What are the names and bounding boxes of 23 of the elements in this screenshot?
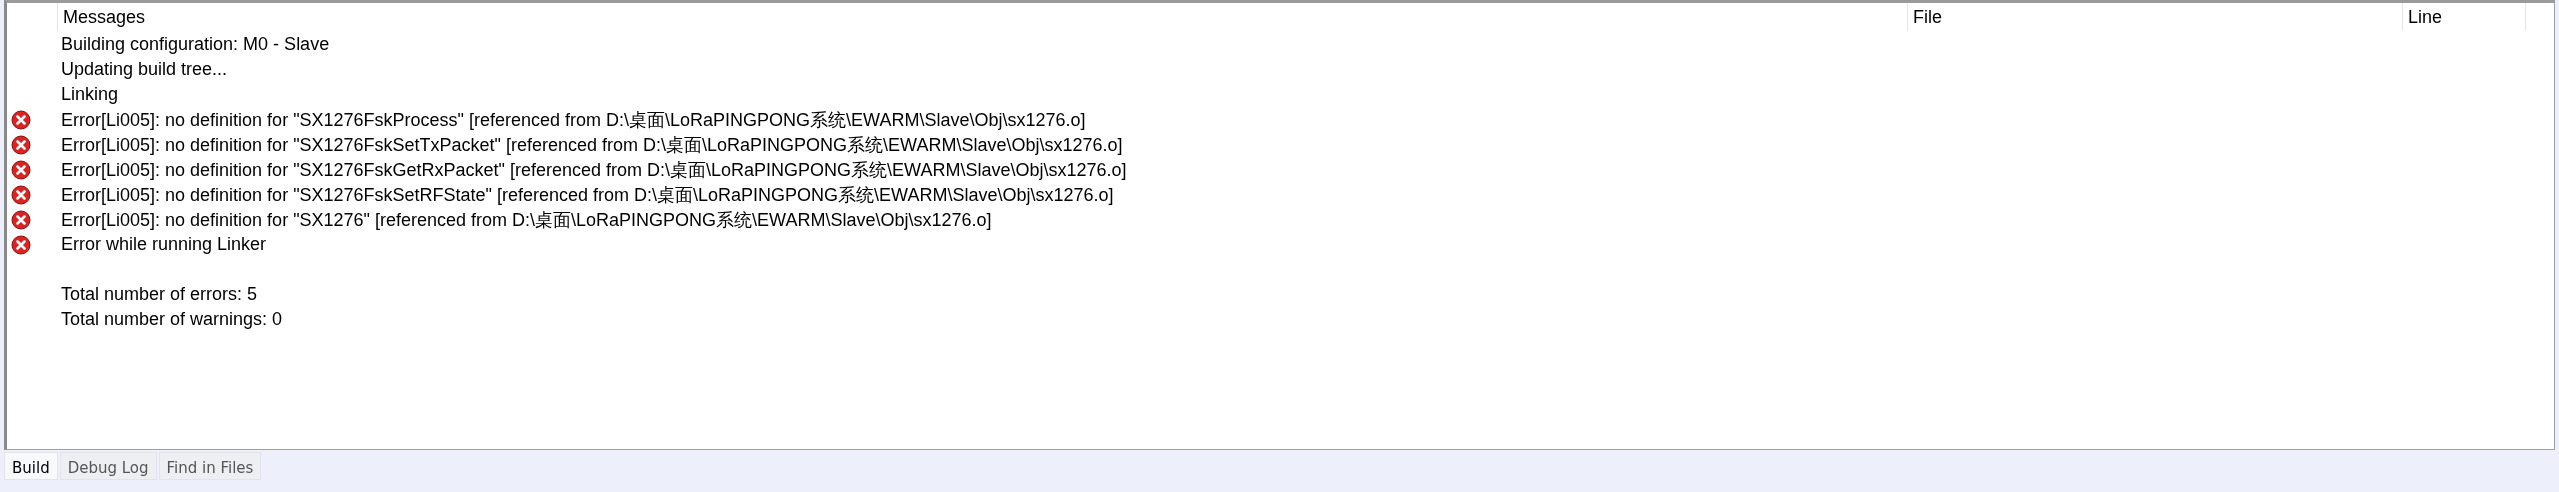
- message-text: Building configuration: M0 - Slave: [60, 34, 330, 55]
- message-text: Total number of errors: 5: [60, 284, 258, 305]
- error-icon: [11, 184, 31, 205]
- tab[interactable]: Build: [4, 452, 58, 480]
- column-header[interactable]: File: [1907, 3, 2402, 31]
- column-header[interactable]: Messages: [57, 3, 1907, 31]
- error-icon: [11, 209, 31, 230]
- error-icon: [11, 159, 31, 180]
- message-text: Updating build tree...: [60, 59, 228, 80]
- message-text: Error[Li005]: no definition for "SX1276FskProcess" [referenced from D:\桌面\LoRaPINGPONG系统\EWARM\Slave\Obj\sx1276.o]: [60, 108, 1086, 132]
- tab[interactable]: Find in Files: [158, 452, 262, 480]
- message-text: Linking: [60, 84, 119, 105]
- message-text: Error[Li005]: no definition for "SX1276FskGetRxPacket" [referenced from D:\桌面\LoRaPINGPONG系统\EWARM\Slave\Obj\sx1276.o]: [60, 158, 1127, 182]
- error-icon: [11, 234, 31, 255]
- message-text: Total number of warnings: 0: [60, 309, 283, 330]
- message-text: Error while running Linker: [60, 234, 267, 255]
- message-text: Error[Li005]: no definition for "SX1276" [referenced from D:\桌面\LoRaPINGPONG系统\EWARM\Slave\Obj\sx1276.o]: [60, 208, 992, 232]
- error-icon: [11, 109, 31, 130]
- message-text: Error[Li005]: no definition for "SX1276FskSetRFState" [referenced from D:\桌面\LoRaPINGPONG系统\EWARM\Slave\Obj\sx1276.o]: [60, 183, 1114, 207]
- tab[interactable]: Debug Log: [59, 452, 157, 480]
- error-icon: [11, 134, 31, 155]
- column-header[interactable]: Line: [2402, 3, 2525, 31]
- message-text: Error[Li005]: no definition for "SX1276FskSetTxPacket" [referenced from D:\桌面\LoRaPINGPONG系统\EWARM\Slave\Obj\sx1276.o]: [60, 133, 1123, 157]
